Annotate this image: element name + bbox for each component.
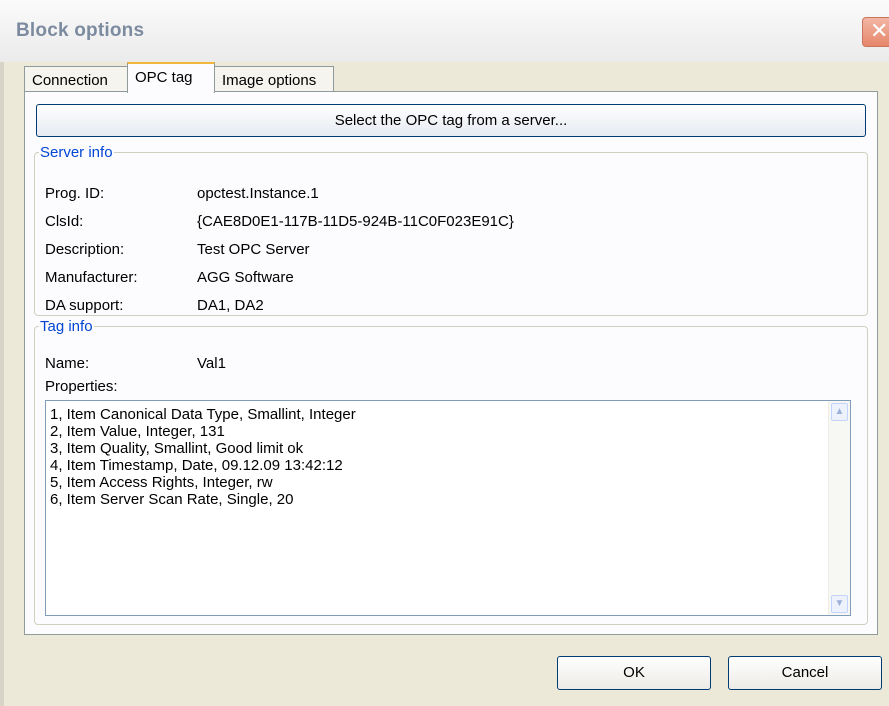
select-opc-tag-button[interactable]: Select the OPC tag from a server... xyxy=(36,104,866,137)
close-icon: ✕ xyxy=(870,19,889,44)
tag-name-row: Name: Val1 xyxy=(45,355,226,372)
ok-button[interactable]: OK xyxy=(557,656,711,690)
list-item: 5, Item Access Rights, Integer, rw xyxy=(50,474,273,491)
clsid-label: ClsId: xyxy=(45,213,84,230)
list-item: 4, Item Timestamp, Date, 09.12.09 13:42:… xyxy=(50,457,343,474)
properties-scrollbar[interactable]: ▲ ▼ xyxy=(828,401,850,615)
close-button[interactable]: ✕ xyxy=(862,17,889,47)
opc-tag-panel: Select the OPC tag from a server... Serv… xyxy=(24,91,878,635)
title-bar: Block options ✕ xyxy=(0,0,889,62)
properties-lines: 1, Item Canonical Data Type, Smallint, I… xyxy=(50,406,356,508)
tag-info-legend: Tag info xyxy=(40,318,93,335)
prog-id-value: opctest.Instance.1 xyxy=(197,185,319,202)
cancel-button[interactable]: Cancel xyxy=(728,656,882,690)
window-left-edge xyxy=(0,62,4,706)
manufacturer-label: Manufacturer: xyxy=(45,269,138,286)
scroll-down-icon[interactable]: ▼ xyxy=(831,595,848,613)
tag-info-group: Tag info Name: Val1 Properties: 1, Item … xyxy=(34,318,868,625)
server-info-legend: Server info xyxy=(40,144,113,161)
tab-opc-tag[interactable]: OPC tag xyxy=(127,62,215,93)
tab-image-options[interactable]: Image options xyxy=(214,66,334,92)
list-item: 2, Item Value, Integer, 131 xyxy=(50,423,225,440)
manufacturer-value: AGG Software xyxy=(197,269,294,286)
properties-label: Properties: xyxy=(45,378,118,395)
server-info-row-manufacturer: Manufacturer: AGG Software xyxy=(45,269,294,286)
list-item: 1, Item Canonical Data Type, Smallint, I… xyxy=(50,406,356,423)
tag-name-label: Name: xyxy=(45,355,90,372)
server-info-row-prog-id: Prog. ID: opctest.Instance.1 xyxy=(45,185,319,202)
description-label: Description: xyxy=(45,241,125,258)
da-support-value: DA1, DA2 xyxy=(197,297,264,314)
server-info-row-clsid: ClsId: {CAE8D0E1-117B-11D5-924B-11C0F023… xyxy=(45,213,514,230)
server-info-group: Server info Prog. ID: opctest.Instance.1… xyxy=(34,144,868,316)
da-support-label: DA support: xyxy=(45,297,124,314)
prog-id-label: Prog. ID: xyxy=(45,185,105,202)
block-options-dialog: Block options ✕ Connection OPC tag Image… xyxy=(0,0,889,706)
server-info-row-da-support: DA support: DA1, DA2 xyxy=(45,297,264,314)
description-value: Test OPC Server xyxy=(197,241,310,258)
tab-connection[interactable]: Connection xyxy=(24,66,128,92)
dialog-title: Block options xyxy=(16,20,145,41)
properties-list[interactable]: 1, Item Canonical Data Type, Smallint, I… xyxy=(45,400,851,616)
list-item: 6, Item Server Scan Rate, Single, 20 xyxy=(50,491,294,508)
clsid-value: {CAE8D0E1-117B-11D5-924B-11C0F023E91C} xyxy=(197,213,514,230)
list-item: 3, Item Quality, Smallint, Good limit ok xyxy=(50,440,304,457)
tag-name-value: Val1 xyxy=(197,355,226,372)
scroll-up-icon[interactable]: ▲ xyxy=(831,403,848,421)
server-info-row-description: Description: Test OPC Server xyxy=(45,241,310,258)
